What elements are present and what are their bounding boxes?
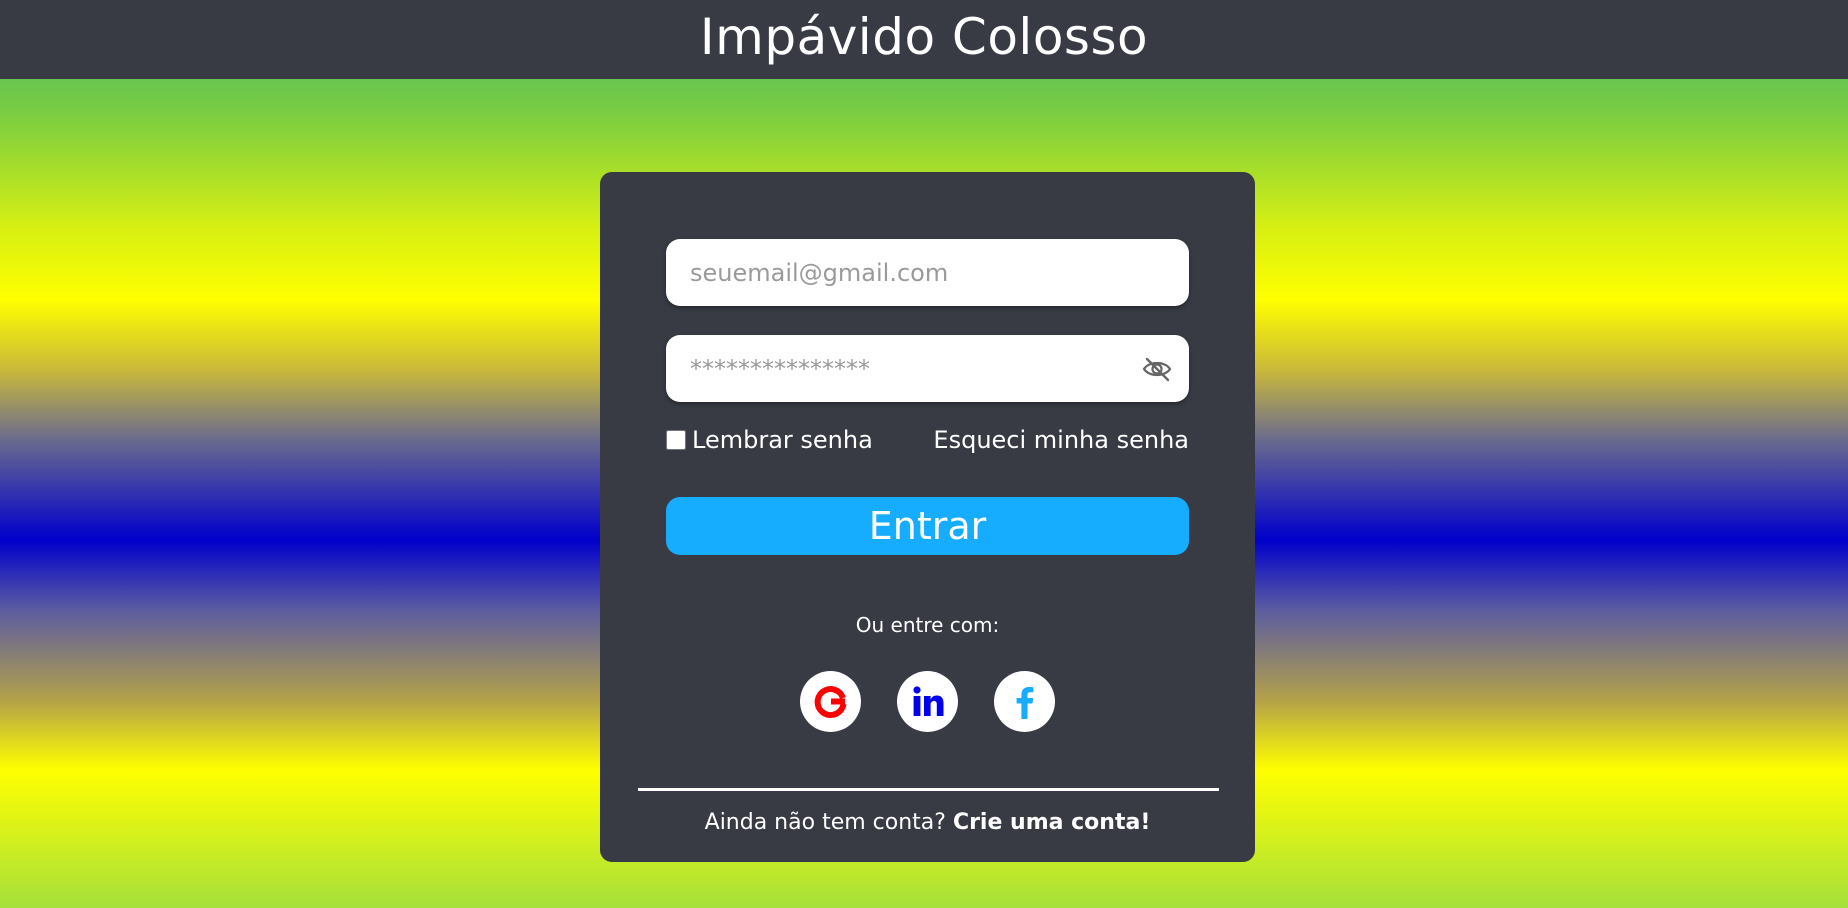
email-field-container [666, 239, 1189, 306]
forgot-password-link[interactable]: Esqueci minha senha [933, 426, 1189, 454]
linkedin-login-button[interactable] [897, 671, 958, 732]
facebook-login-button[interactable] [994, 671, 1055, 732]
login-options-row: Lembrar senha Esqueci minha senha [666, 420, 1189, 460]
google-login-button[interactable] [800, 671, 861, 732]
google-icon [814, 685, 846, 718]
social-login-row [600, 671, 1255, 732]
remember-label: Lembrar senha [692, 426, 873, 454]
eye-slash-icon[interactable] [1141, 355, 1173, 383]
create-account-link[interactable]: Crie uma conta! [953, 810, 1150, 835]
signup-prompt: Ainda não tem conta? [704, 810, 953, 835]
email-input[interactable] [666, 239, 1189, 306]
signup-row: Ainda não tem conta? Crie uma conta! [600, 810, 1255, 835]
alternative-login-text: Ou entre com: [855, 613, 1000, 637]
remember-password[interactable]: Lembrar senha [666, 426, 873, 454]
linkedin-icon [912, 685, 943, 716]
remember-checkbox[interactable] [666, 430, 686, 450]
site-title: Impávido Colosso [699, 7, 1149, 66]
card-divider [638, 788, 1219, 791]
password-input[interactable] [666, 335, 1189, 402]
top-header: Impávido Colosso [0, 0, 1848, 79]
facebook-icon [1016, 686, 1033, 719]
password-field-container [666, 335, 1189, 402]
submit-login-button[interactable]: Entrar [666, 497, 1189, 555]
login-card: Lembrar senha Esqueci minha senha Entrar… [600, 172, 1255, 862]
